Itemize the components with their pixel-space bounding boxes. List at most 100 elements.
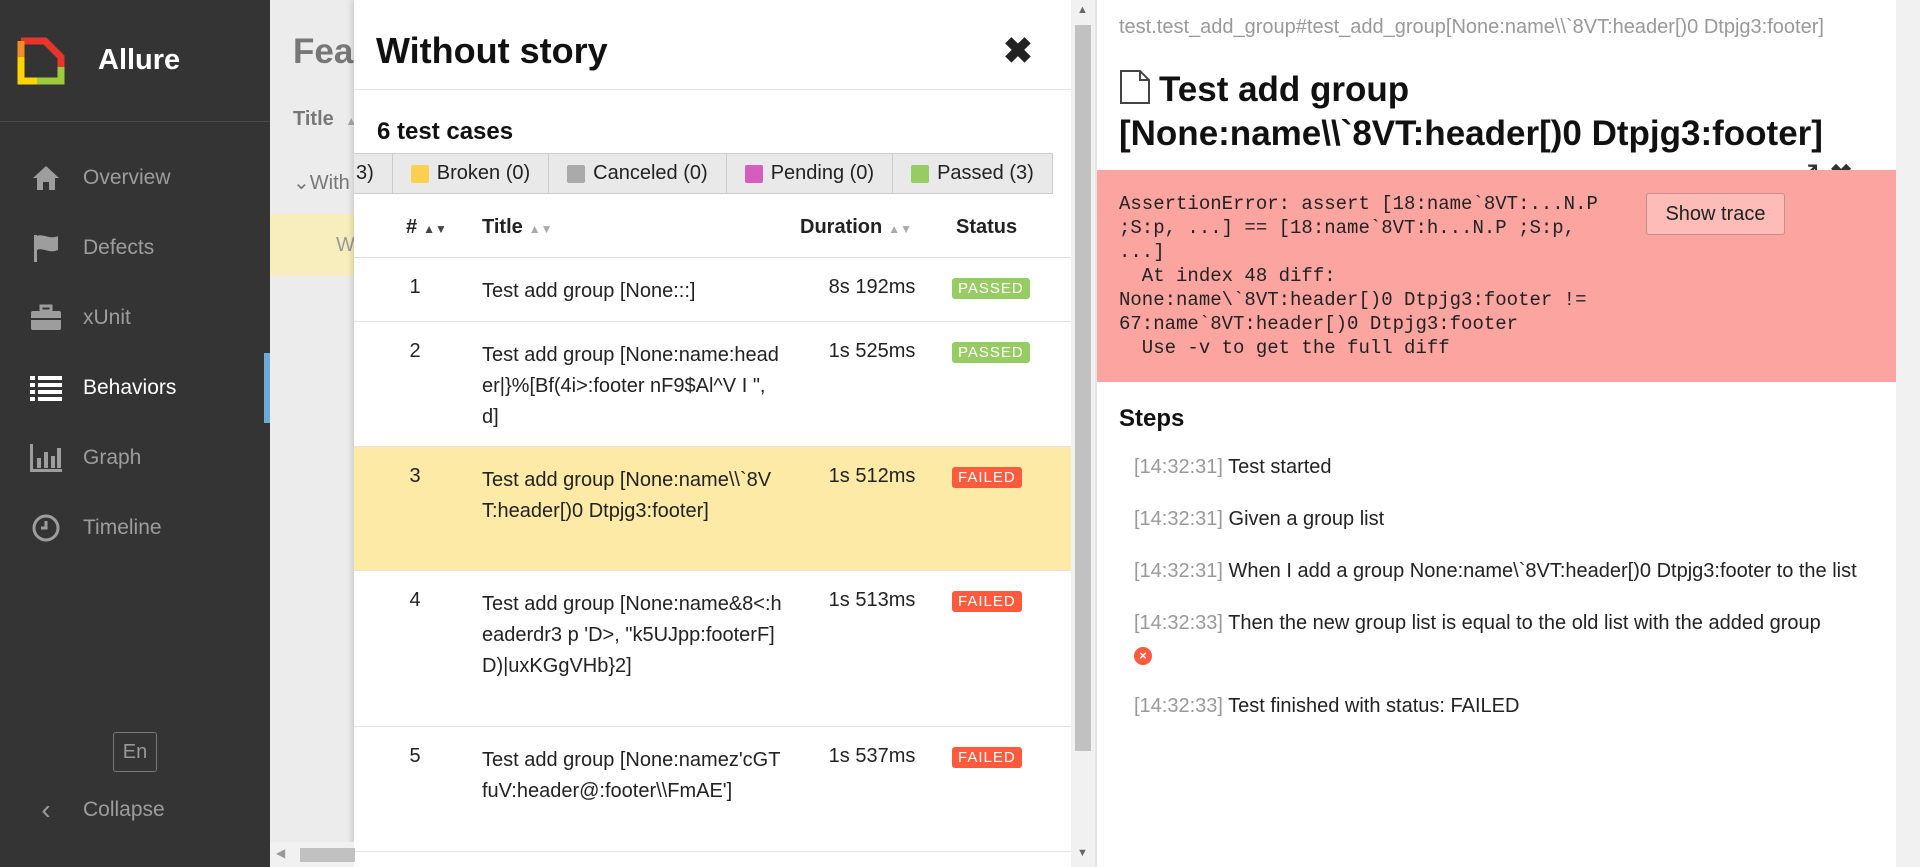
tree-group-toggle[interactable]: ⌄With <box>293 170 350 195</box>
passed-swatch <box>911 164 930 183</box>
row-number: 2 <box>409 340 421 362</box>
table-row[interactable]: 3 Test add group [None:name\\`8VT:header… <box>354 447 1071 571</box>
sidebar-item-label: xUnit <box>83 306 131 329</box>
table-row[interactable]: 2 Test add group [None:name:header|}%[Bf… <box>354 322 1071 447</box>
error-message: AssertionError: assert [18:name`8VT:...N… <box>1119 193 1598 359</box>
column-status[interactable]: Status <box>956 216 1017 239</box>
column-number[interactable]: # ▲▼ <box>406 216 447 239</box>
row-number: 3 <box>409 465 421 487</box>
app-name: Allure <box>98 44 181 76</box>
sidebar: Allure Overview Defects xUnit Behaviors <box>0 0 270 867</box>
briefcase-icon <box>30 302 62 334</box>
row-title: Test add group [None:name&8<:headerdr3 p… <box>482 593 782 677</box>
test-case-count: 6 test cases <box>377 118 514 145</box>
step-text: Test finished with status: FAILED <box>1228 695 1520 717</box>
row-duration: 8s 192ms <box>828 276 916 298</box>
chevron-left-icon: ‹ <box>41 794 51 825</box>
broken-swatch <box>410 164 429 183</box>
step-time: [14:32:33] <box>1134 612 1223 634</box>
brand[interactable]: Allure <box>0 0 270 122</box>
tree-selected-item[interactable]: W <box>270 214 354 276</box>
step-item[interactable]: [14:32:33] Test finished with status: FA… <box>1134 691 1874 722</box>
table-row[interactable]: 1 Test add group [None:::] 8s 192ms PASS… <box>354 258 1071 322</box>
scroll-up-icon[interactable]: ▲ <box>1077 4 1088 16</box>
step-time: [14:32:31] <box>1134 456 1223 478</box>
sidebar-item-label: Defects <box>83 236 155 259</box>
sidebar-item-label: Timeline <box>83 516 162 539</box>
vertical-scrollbar[interactable]: ▲ ▼ <box>1071 0 1095 867</box>
step-time: [14:32:33] <box>1134 695 1223 717</box>
step-time: [14:32:31] <box>1134 560 1223 582</box>
status-filter-bar: 3) Broken (0) Canceled (0) Pending (0) P… <box>354 153 1053 194</box>
tree-column-title[interactable]: Title ▲▼ <box>293 108 354 131</box>
status-badge: FAILED <box>952 467 1022 488</box>
allure-logo-icon <box>17 37 65 85</box>
status-filter-failed[interactable]: 3) <box>354 153 393 194</box>
row-title: Test add group [None:name\\`8VT:header[)… <box>482 469 772 522</box>
sidebar-item-timeline[interactable]: Timeline <box>0 493 270 563</box>
table-header: # ▲▼ Title ▲▼ Duration ▲▼ Status <box>354 202 1071 258</box>
tree-title: Fea <box>293 32 354 71</box>
status-filter-passed[interactable]: Passed (3) <box>892 153 1053 194</box>
canceled-swatch <box>567 164 586 183</box>
status-badge: FAILED <box>952 747 1022 768</box>
page-title: Test add group [None:name\\`8VT:header[)… <box>1119 68 1879 156</box>
pane-title: Without story <box>376 30 608 71</box>
test-detail-pane: test.test_add_group#test_add_group[None:… <box>1097 0 1896 867</box>
home-icon <box>30 162 62 194</box>
detail-scrollbar[interactable] <box>1896 0 1920 867</box>
column-title[interactable]: Title ▲▼ <box>482 216 553 239</box>
sidebar-item-behaviors[interactable]: Behaviors <box>0 353 270 423</box>
sidebar-item-defects[interactable]: Defects <box>0 213 270 283</box>
sidebar-item-xunit[interactable]: xUnit <box>0 283 270 353</box>
row-title: Test add group [None:namez'cGTfuV:header… <box>482 749 781 802</box>
row-duration: 1s 513ms <box>828 589 916 611</box>
show-trace-button[interactable]: Show trace <box>1646 193 1785 235</box>
steps-heading: Steps <box>1119 405 1185 432</box>
breadcrumb: test.test_add_group#test_add_group[None:… <box>1119 16 1824 38</box>
step-item[interactable]: [14:32:31] When I add a group None:name\… <box>1134 556 1874 587</box>
step-text: Then the new group list is equal to the … <box>1228 612 1821 634</box>
horizontal-scrollbar[interactable]: ◀ <box>270 842 355 867</box>
behaviors-tree-pane: Fea Title ▲▼ ⌄With W <box>270 0 354 867</box>
sidebar-nav: Overview Defects xUnit Behaviors Graph T… <box>0 143 270 563</box>
pending-swatch <box>744 164 763 183</box>
collapse-button[interactable]: ‹ Collapse <box>30 790 165 830</box>
collapse-label: Collapse <box>83 798 165 821</box>
row-number: 4 <box>409 589 421 611</box>
row-duration: 1s 537ms <box>828 745 916 767</box>
status-filter-canceled[interactable]: Canceled (0) <box>548 153 727 194</box>
pane-header: Without story ✖ <box>354 0 1071 90</box>
sidebar-item-graph[interactable]: Graph <box>0 423 270 493</box>
step-time: [14:32:31] <box>1134 508 1223 530</box>
sidebar-item-label: Graph <box>83 446 142 469</box>
row-number: 1 <box>409 276 421 298</box>
row-title: Test add group [None:::] <box>482 280 696 302</box>
step-item[interactable]: [14:32:31] Given a group list <box>1134 504 1874 535</box>
scroll-left-icon[interactable]: ◀ <box>276 846 285 860</box>
row-title: Test add group [None:name:header|}%[Bf(4… <box>482 344 779 428</box>
steps-list: [14:32:31] Test started [14:32:31] Given… <box>1134 452 1874 743</box>
status-filter-pending[interactable]: Pending (0) <box>725 153 894 194</box>
file-icon <box>1119 69 1151 105</box>
scrollbar-thumb[interactable] <box>1075 25 1091 751</box>
close-icon[interactable]: ✖ <box>1003 30 1033 72</box>
status-badge: PASSED <box>952 278 1030 299</box>
row-duration: 1s 512ms <box>828 465 916 487</box>
clock-icon <box>30 512 62 544</box>
language-button[interactable]: En <box>113 732 157 772</box>
scrollbar-thumb[interactable] <box>300 848 355 862</box>
scroll-down-icon[interactable]: ▼ <box>1077 847 1088 859</box>
sidebar-item-overview[interactable]: Overview <box>0 143 270 213</box>
column-duration[interactable]: Duration ▲▼ <box>800 216 912 239</box>
step-item[interactable]: [14:32:31] Test started <box>1134 452 1874 483</box>
list-icon <box>30 372 62 404</box>
table-row[interactable]: 4 Test add group [None:name&8<:headerdr3… <box>354 571 1071 727</box>
step-text: Given a group list <box>1228 508 1385 530</box>
status-filter-broken[interactable]: Broken (0) <box>391 153 550 194</box>
error-message-block: AssertionError: assert [18:name`8VT:...N… <box>1097 170 1896 382</box>
table-row[interactable]: 5 Test add group [None:namez'cGTfuV:head… <box>354 727 1071 852</box>
step-item[interactable]: [14:32:33] Then the new group list is eq… <box>1134 608 1874 670</box>
flag-icon <box>30 232 62 264</box>
row-duration: 1s 525ms <box>828 340 916 362</box>
